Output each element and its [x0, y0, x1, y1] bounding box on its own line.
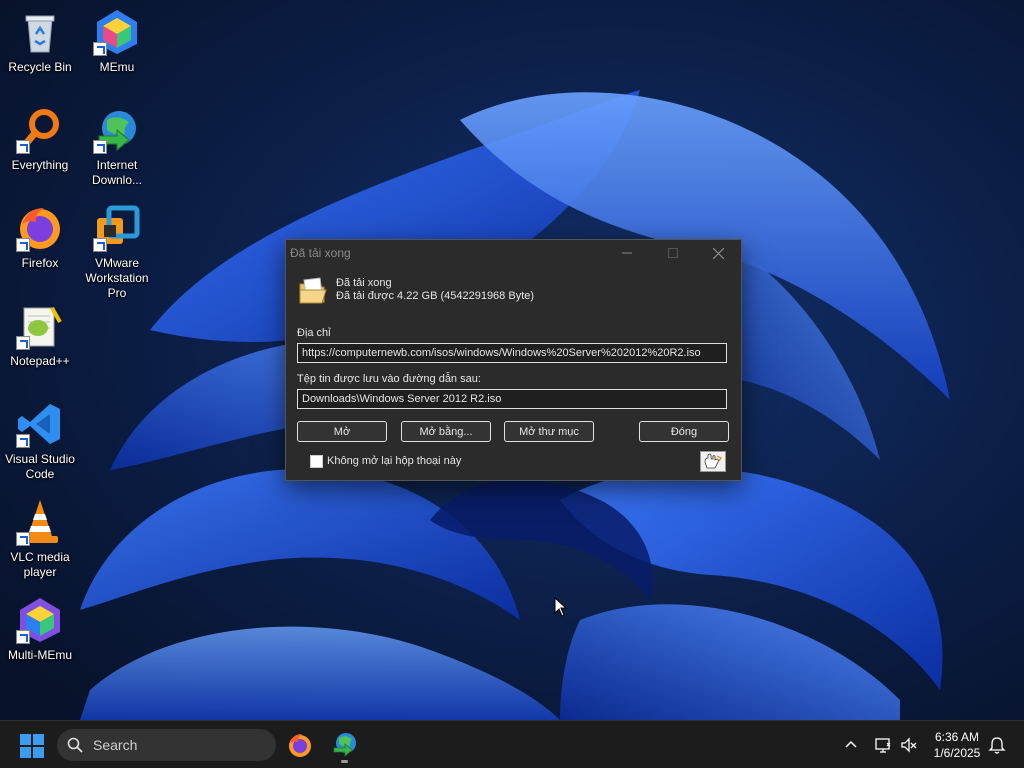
vlc-cone-icon	[16, 498, 64, 546]
address-field[interactable]	[297, 343, 727, 363]
multi-memu-icon	[16, 596, 64, 644]
taskbar-internet-download-manager[interactable]	[329, 729, 361, 763]
volume-button[interactable]	[899, 735, 919, 755]
open-folder-button[interactable]: Mở thư mục	[504, 421, 594, 442]
clock-time: 6:36 AM	[934, 730, 980, 744]
firefox-icon	[16, 204, 64, 252]
volume-muted-icon	[901, 737, 917, 753]
search-icon	[67, 737, 83, 753]
hand-pointer-icon	[704, 453, 722, 469]
vmware-workstation-icon	[93, 204, 141, 252]
network-status-button[interactable]	[873, 735, 893, 755]
desktop-icon-label: Firefox	[21, 256, 59, 270]
chevron-up-icon	[845, 740, 857, 748]
desktop-icon-label: Visual Studio Code	[5, 452, 75, 481]
mouse-cursor-icon	[554, 596, 568, 617]
open-button[interactable]: Mở	[297, 421, 387, 442]
desktop-icon-recycle-bin[interactable]: Recycle Bin	[0, 8, 80, 75]
search-placeholder: Search	[93, 737, 138, 753]
start-button[interactable]	[20, 734, 44, 758]
dialog-titlebar[interactable]: Đã tải xong	[286, 240, 741, 266]
desktop-icon-label: Notepad++	[10, 354, 70, 368]
memu-icon	[93, 8, 141, 56]
desktop-icon-label: VLC media player	[10, 550, 70, 579]
open-with-button[interactable]: Mở bằng...	[401, 421, 491, 442]
desktop-icon-multi-memu[interactable]: Multi-MEmu	[0, 596, 80, 663]
taskbar-firefox[interactable]	[284, 729, 316, 761]
taskbar-search[interactable]: Search	[57, 729, 276, 761]
desktop-icon-label: Recycle Bin	[8, 60, 72, 74]
desktop-icon-label: Internet Downlo...	[91, 158, 143, 187]
windows-logo-icon	[20, 734, 44, 758]
save-path-field[interactable]	[297, 389, 727, 409]
desktop-icon-vmware[interactable]: VMware Workstation Pro	[77, 204, 157, 301]
desktop-icon-internet-download-manager[interactable]: Internet Downlo...	[77, 106, 157, 188]
close-window-button[interactable]	[695, 240, 741, 266]
download-complete-dialog: Đã tải xong Đã tải xong Đã tải được 4.22…	[285, 239, 742, 481]
desktop-icon-notepad-plus-plus[interactable]: Notepad++	[0, 302, 80, 369]
open-folder-icon	[298, 276, 328, 306]
maximize-button[interactable]	[650, 240, 696, 266]
desktop-icon-firefox[interactable]: Firefox	[0, 204, 80, 271]
minimize-button[interactable]	[604, 240, 650, 266]
notifications-button[interactable]	[987, 735, 1007, 755]
desktop-icon-label: MEmu	[99, 60, 135, 74]
internet-download-manager-icon	[333, 733, 356, 757]
maximize-icon	[668, 248, 678, 258]
close-button[interactable]: Đóng	[639, 421, 729, 442]
everything-search-icon	[16, 106, 64, 154]
taskbar: Search 6:36 AM 1/6/2025	[0, 720, 1024, 768]
internet-download-manager-icon	[93, 106, 141, 154]
download-status-text: Đã tải xong	[336, 277, 392, 289]
desktop-icon-memu[interactable]: MEmu	[77, 8, 157, 75]
dont-show-again-checkbox[interactable]	[310, 455, 323, 468]
dont-show-again-label[interactable]: Không mở lại hộp thoại này	[327, 455, 461, 467]
minimize-icon	[622, 252, 632, 254]
desktop-icon-vscode[interactable]: Visual Studio Code	[0, 400, 80, 482]
desktop-icon-vlc[interactable]: VLC media player	[0, 498, 80, 580]
idm-helper-button[interactable]	[700, 451, 726, 472]
dialog-title: Đã tải xong	[290, 246, 351, 260]
firefox-icon	[289, 734, 311, 757]
system-clock[interactable]: 6:36 AM 1/6/2025	[924, 729, 990, 761]
address-label: Địa chỉ	[297, 327, 331, 339]
desktop-icon-everything[interactable]: Everything	[0, 106, 80, 173]
clock-date: 1/6/2025	[933, 746, 981, 760]
recycle-bin-icon	[16, 8, 64, 56]
bell-icon	[988, 737, 1006, 754]
download-size-text: Đã tải được 4.22 GB (4542291968 Byte)	[336, 290, 535, 302]
notepad-plus-plus-icon	[16, 302, 64, 350]
desktop-icon-label: VMware Workstation Pro	[85, 256, 149, 300]
running-indicator	[341, 760, 348, 763]
visual-studio-code-icon	[16, 400, 64, 448]
desktop-icon-label: Everything	[11, 158, 69, 172]
close-icon	[712, 247, 724, 259]
show-hidden-icons-button[interactable]	[842, 736, 860, 754]
save-path-label: Tệp tin được lưu vào đường dẫn sau:	[297, 373, 481, 385]
desktop-icon-label: Multi-MEmu	[7, 648, 72, 662]
network-monitor-icon	[875, 738, 891, 753]
